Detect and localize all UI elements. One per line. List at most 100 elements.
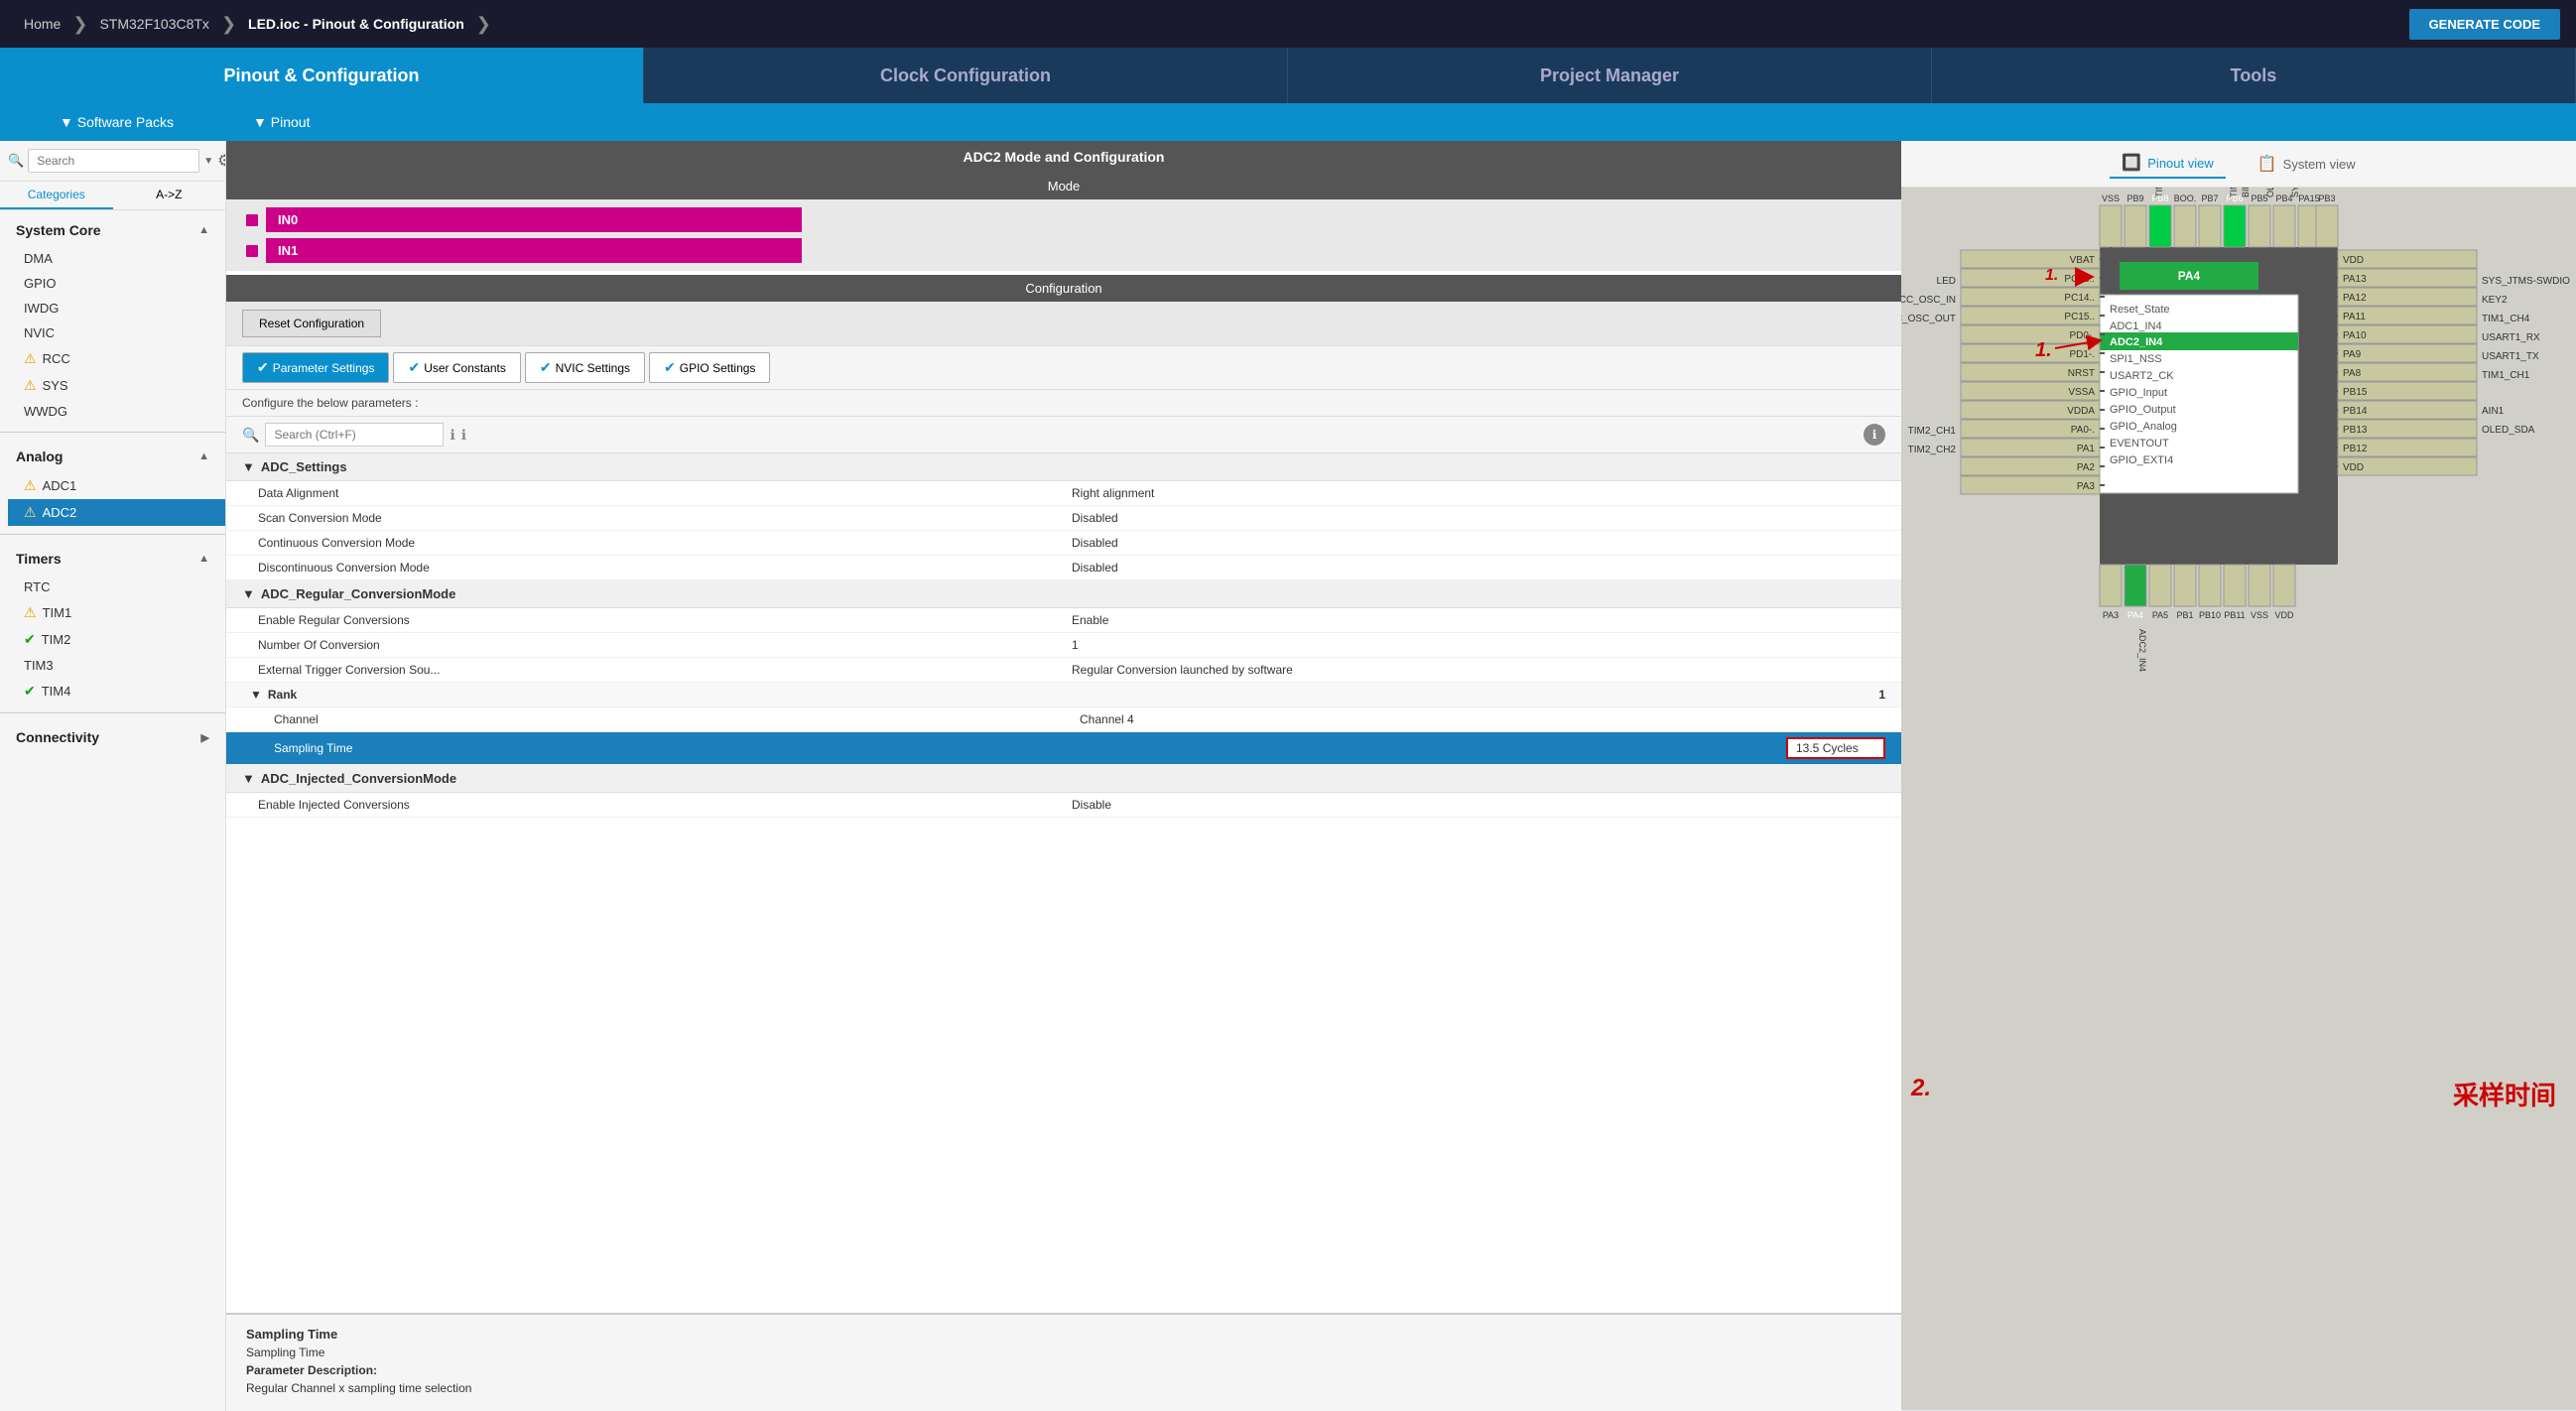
svg-text:OLED_SCL: OLED_SCL [2265,188,2275,197]
config-tab-nvic-settings[interactable]: ✔ NVIC Settings [525,352,645,383]
sidebar-section-header-timers[interactable]: Timers ▲ [0,543,225,575]
breadcrumb-sep-2: ❯ [221,14,236,35]
sidebar-item-tim4[interactable]: ✔TIM4 [8,678,225,705]
sidebar-item-tim2[interactable]: ✔TIM2 [8,626,225,653]
table-row: Enable Injected Conversions Disable [226,793,1901,818]
sidebar-section-header-connectivity[interactable]: Connectivity ▶ [0,721,225,753]
svg-text:VSS: VSS [2251,610,2268,620]
breadcrumb-bar: Home ❯ STM32F103C8Tx ❯ LED.ioc - Pinout … [0,0,2576,48]
table-row-sampling-time[interactable]: Sampling Time 13.5 Cycles [226,732,1901,765]
mode-item-bar-in0[interactable]: IN0 [266,207,802,232]
config-section-title: Configuration [226,275,1901,302]
sampling-time-value[interactable]: 13.5 Cycles [1786,737,1885,759]
breadcrumb-mcu[interactable]: STM32F103C8Tx [91,12,216,36]
config-tab-parameter-settings[interactable]: ✔ Parameter Settings [242,352,389,383]
svg-text:PB1: PB1 [2176,610,2193,620]
sidebar-item-iwdg[interactable]: IWDG [8,296,225,321]
sidebar-search-bar: 🔍 ▼ ⚙ [0,141,225,182]
mode-title: Mode [226,173,1901,199]
sidebar-tab-categories[interactable]: Categories [0,182,113,209]
svg-text:RCC_OSC_IN: RCC_OSC_IN [1901,295,1956,306]
svg-text:TIM1_CH1: TIM1_CH1 [2482,370,2530,381]
sidebar-item-rcc[interactable]: ⚠RCC [8,345,225,372]
tree-group-header-adc-regular[interactable]: ▼ ADC_Regular_ConversionMode [226,580,1901,608]
svg-text:PB12: PB12 [2343,444,2368,454]
svg-text:EVENTOUT: EVENTOUT [2110,438,2169,449]
sidebar-section-items-system-core: DMA GPIO IWDG NVIC ⚠RCC ⚠SYS WWDG [0,246,225,424]
svg-text:GPIO_Output: GPIO_Output [2110,404,2176,416]
tree-group-header-adc-settings[interactable]: ▼ ADC_Settings [226,453,1901,481]
sub-nav-bar: ▼ Software Packs ▼ Pinout [0,103,2576,141]
sidebar-dropdown-arrow[interactable]: ▼ [203,156,213,167]
sidebar-section-header-system-core[interactable]: System Core ▲ [0,214,225,246]
svg-text:GPIO_Analog: GPIO_Analog [2110,421,2177,433]
svg-text:NRST: NRST [2068,368,2095,379]
svg-text:PA10: PA10 [2343,330,2367,341]
right-panel: 🔲 Pinout view 📋 System view D3C8Tx 48 PA… [1901,141,2576,1411]
sidebar-item-rtc[interactable]: RTC [8,575,225,599]
svg-text:PA9: PA9 [2343,349,2362,360]
warning-icon-adc1: ⚠ [24,477,37,494]
breadcrumb-sep-1: ❯ [72,14,87,35]
svg-text:PB7: PB7 [2201,193,2218,203]
svg-text:PA3: PA3 [2077,481,2096,492]
tab-project-manager[interactable]: Project Manager [1288,48,1932,103]
breadcrumb-file[interactable]: LED.ioc - Pinout & Configuration [240,12,472,36]
sidebar-item-nvic[interactable]: NVIC [8,321,225,345]
svg-text:PC15..: PC15.. [2064,312,2095,322]
sidebar-section-connectivity: Connectivity ▶ [0,717,225,757]
reset-configuration-button[interactable]: Reset Configuration [242,310,381,337]
svg-text:VSSA: VSSA [2068,387,2095,398]
sidebar-item-gpio[interactable]: GPIO [8,271,225,296]
sidebar-item-wwdg[interactable]: WWDG [8,399,225,424]
tab-pinout-configuration[interactable]: Pinout & Configuration [0,48,644,103]
tree-group-collapse-icon-regular: ▼ [242,586,255,601]
sidebar-section-arrow-timers: ▲ [198,553,209,565]
sub-nav-software-packs[interactable]: ▼ Software Packs [60,114,174,130]
sidebar-item-tim3[interactable]: TIM3 [8,653,225,678]
sidebar-item-adc2[interactable]: ⚠ADC2 [8,499,225,526]
params-tree: ▼ ADC_Settings Data Alignment Right alig… [226,453,1901,1313]
svg-text:PB10: PB10 [2199,610,2221,620]
svg-text:PB13: PB13 [2343,425,2368,436]
system-view-icon: 📋 [2257,154,2277,174]
svg-text:BOO.: BOO. [2174,193,2197,203]
sidebar-search-input[interactable] [28,149,199,173]
sidebar-item-adc1[interactable]: ⚠ADC1 [8,472,225,499]
generate-code-button[interactable]: GENERATE CODE [2409,9,2560,40]
config-tab-gpio-settings[interactable]: ✔ GPIO Settings [649,352,770,383]
mode-item-bar-in1[interactable]: IN1 [266,238,802,263]
breadcrumb-home[interactable]: Home [16,12,68,36]
svg-text:VDD: VDD [2343,462,2364,473]
svg-text:VDDA: VDDA [2067,406,2095,417]
params-info-button[interactable]: ℹ [1864,424,1885,446]
sidebar-item-sys[interactable]: ⚠SYS [8,372,225,399]
svg-text:PB9: PB9 [2126,193,2143,203]
params-info-icon-1[interactable]: ℹ [450,427,454,444]
subgroup-rank-header[interactable]: ▼ Rank 1 [226,683,1901,707]
sidebar: 🔍 ▼ ⚙ Categories A->Z System Core ▲ DMA … [0,141,226,1411]
sidebar-item-tim1[interactable]: ⚠TIM1 [8,599,225,626]
params-search-input[interactable] [265,423,444,447]
tree-group-header-adc-injected[interactable]: ▼ ADC_Injected_ConversionMode [226,765,1901,793]
check-icon-tim4: ✔ [24,683,36,700]
svg-text:USART1_TX: USART1_TX [2482,351,2539,362]
check-icon-tim2: ✔ [24,631,36,648]
svg-text:OLED_SDA: OLED_SDA [2482,425,2535,436]
mode-section: Mode IN0 IN1 [226,173,1901,271]
sidebar-tab-atoz[interactable]: A->Z [113,182,226,209]
svg-text:PC14..: PC14.. [2064,293,2095,304]
view-tab-system[interactable]: 📋 System view [2246,149,2368,179]
view-tab-pinout[interactable]: 🔲 Pinout view [2110,149,2225,179]
sidebar-section-header-analog[interactable]: Analog ▲ [0,441,225,472]
config-tab-user-constants[interactable]: ✔ User Constants [393,352,520,383]
sidebar-gear-icon[interactable]: ⚙ [217,151,226,171]
sub-nav-pinout[interactable]: ▼ Pinout [253,114,310,130]
tab-clock-configuration[interactable]: Clock Configuration [644,48,1288,103]
tab-tools[interactable]: Tools [1932,48,2576,103]
mode-item-dot-in0 [246,214,258,226]
table-row: Scan Conversion Mode Disabled [226,506,1901,531]
sidebar-item-dma[interactable]: DMA [8,246,225,271]
svg-text:PA12: PA12 [2343,293,2367,304]
params-info-icon-2[interactable]: ℹ [461,427,466,444]
